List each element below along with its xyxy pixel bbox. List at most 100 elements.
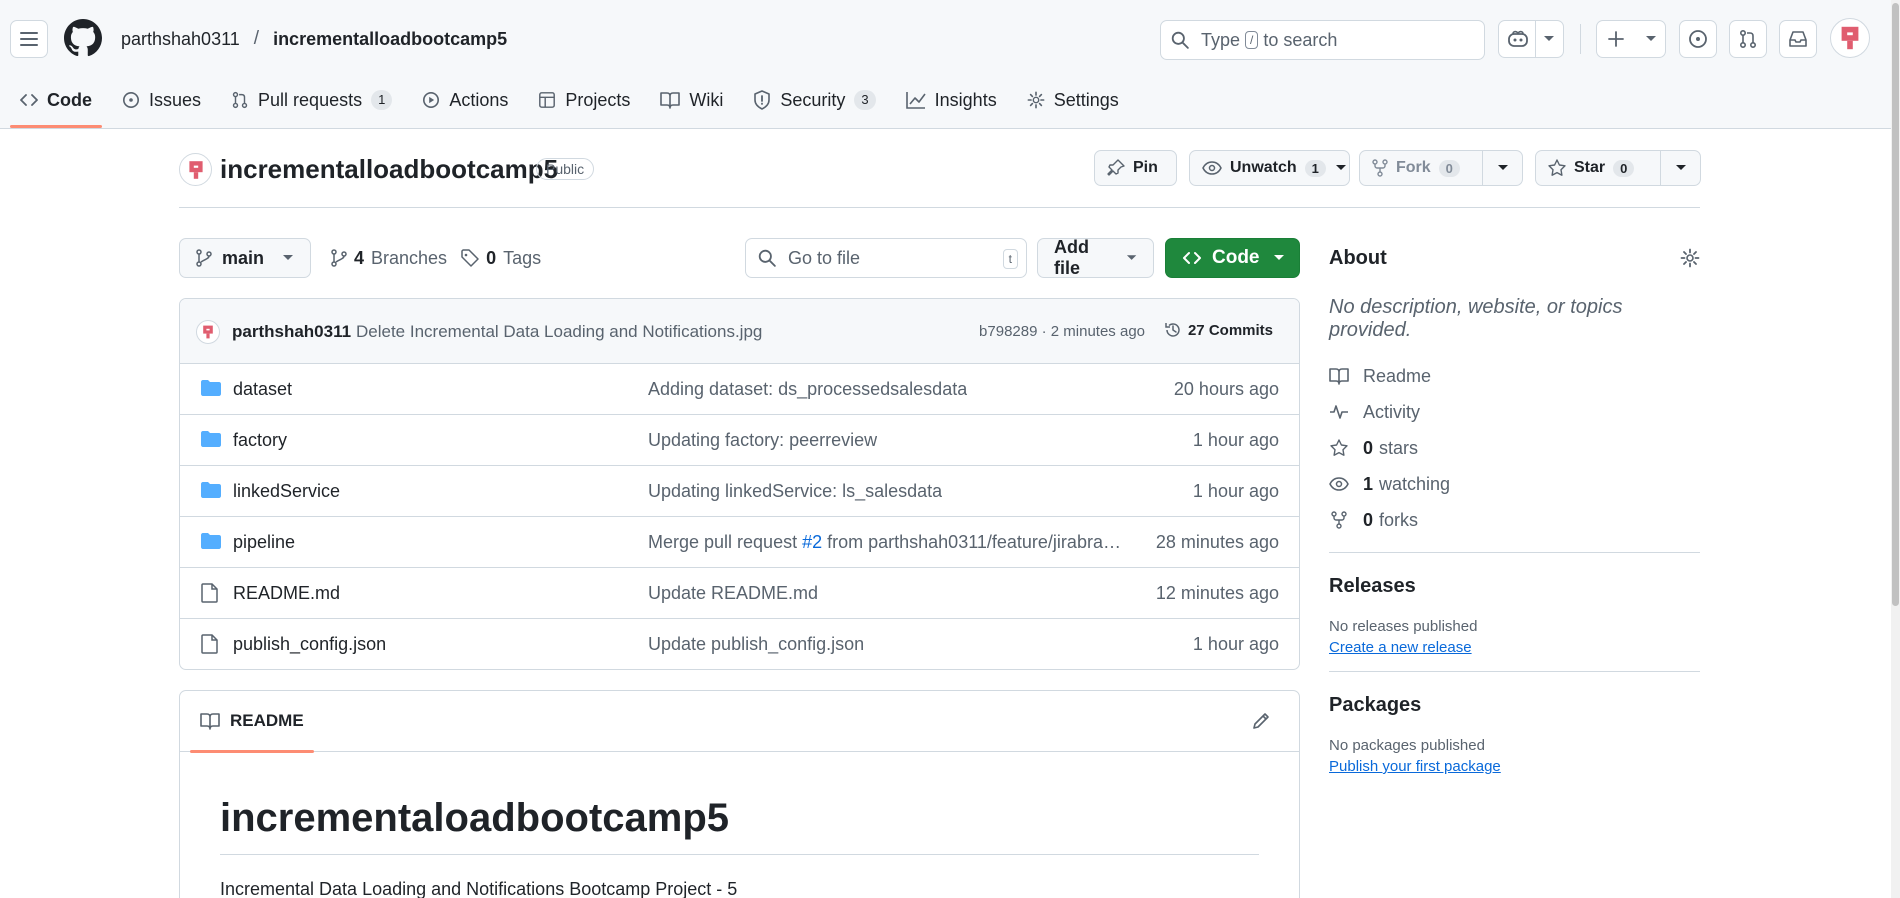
add-file-button[interactable]: Add file <box>1037 237 1154 278</box>
unwatch-dropdown[interactable] <box>1334 151 1349 185</box>
code-icon <box>1183 252 1201 264</box>
history-icon <box>1165 323 1180 337</box>
tab-projects[interactable]: Projects <box>526 84 642 116</box>
book-icon <box>1329 368 1349 385</box>
file-commit-message[interactable]: Adding dataset: ds_processedsalesdata <box>648 379 967 400</box>
packages-title[interactable]: Packages <box>1329 694 1700 717</box>
activity-link-label: Activity <box>1363 401 1421 422</box>
issues-button[interactable] <box>1679 20 1717 58</box>
readme-link[interactable]: Readme <box>1329 358 1700 394</box>
avatar[interactable] <box>196 320 220 344</box>
inbox-button[interactable] <box>1779 20 1817 58</box>
file-commit-message[interactable]: Update publish_config.json <box>648 634 864 655</box>
gear-icon[interactable] <box>1680 248 1700 268</box>
go-to-file-input[interactable]: Go to file t <box>745 238 1027 278</box>
avatar[interactable] <box>1830 18 1870 58</box>
eye-icon <box>1329 477 1349 491</box>
file-commit-message[interactable]: Merge pull request #2 from parthshah0311… <box>648 532 1130 553</box>
header-divider <box>1580 24 1581 54</box>
breadcrumb-repo[interactable]: incrementalloadbootcamp5 <box>273 29 507 50</box>
table-row: dataset Adding dataset: ds_processedsale… <box>180 364 1299 415</box>
breadcrumb-owner[interactable]: parthshah0311 <box>121 29 240 50</box>
star-dropdown[interactable] <box>1660 151 1700 185</box>
repo-title[interactable]: incrementalloadbootcamp5 <box>220 154 558 185</box>
file-icon <box>201 634 218 654</box>
commit-hash-time[interactable]: b798289 · 2 minutes ago <box>979 323 1145 340</box>
branch-select-button[interactable]: main <box>179 238 311 278</box>
menu-button[interactable] <box>10 20 48 58</box>
readme-tab-label: README <box>230 711 304 730</box>
file-commit-message[interactable]: Updating factory: peerreview <box>648 430 877 451</box>
avatar[interactable] <box>179 153 212 186</box>
repo-nav-tabs: Code Issues Pull requests 1 Actions Proj… <box>0 84 1137 129</box>
forks-link[interactable]: 0 forks <box>1329 502 1700 538</box>
repo-forked-icon <box>1372 159 1388 177</box>
file-name[interactable]: dataset <box>233 379 292 400</box>
chevron-down-icon <box>1675 165 1686 170</box>
search-icon <box>758 249 776 267</box>
commits-link[interactable]: 27 Commits <box>1164 321 1273 339</box>
tags-label: Tags <box>503 247 542 268</box>
tab-settings[interactable]: Settings <box>1015 84 1131 116</box>
page-scrollbar-thumb[interactable] <box>1892 3 1899 606</box>
tab-wiki[interactable]: Wiki <box>648 84 735 116</box>
pin-button[interactable]: Pin <box>1094 150 1177 186</box>
create-new-button[interactable] <box>1596 20 1666 58</box>
commit-message[interactable]: Delete Incremental Data Loading and Noti… <box>356 322 762 342</box>
commit-author[interactable]: parthshah0311 <box>232 322 351 342</box>
tab-label: Settings <box>1053 89 1119 110</box>
stars-link[interactable]: 0 stars <box>1329 430 1700 466</box>
file-name[interactable]: README.md <box>233 583 340 604</box>
unwatch-button[interactable]: Unwatch 1 <box>1189 150 1350 186</box>
activity-link[interactable]: Activity <box>1329 394 1700 430</box>
file-table: parthshah0311 Delete Incremental Data Lo… <box>179 298 1300 670</box>
pull-request-link[interactable]: #2 <box>802 532 822 552</box>
publish-package-link[interactable]: Publish your first package <box>1329 758 1501 775</box>
branches-link[interactable]: 4 Branches <box>331 248 447 269</box>
go-to-file-shortcut: t <box>1002 249 1018 269</box>
chevron-down-icon <box>1497 165 1508 170</box>
tab-code[interactable]: Code <box>8 84 104 128</box>
search-icon <box>1171 31 1189 49</box>
github-logo-icon[interactable] <box>64 19 102 57</box>
tab-readme[interactable]: README <box>190 711 314 753</box>
fork-button[interactable]: Fork 0 <box>1359 150 1523 186</box>
file-commit-message[interactable]: Updating linkedService: ls_salesdata <box>648 481 942 502</box>
file-name[interactable]: publish_config.json <box>233 634 386 655</box>
readme-link-label: Readme <box>1363 365 1432 386</box>
create-release-link[interactable]: Create a new release <box>1329 639 1472 656</box>
watching-link[interactable]: 1 watching <box>1329 466 1700 502</box>
branches-label: Branches <box>371 247 448 268</box>
commits-count: 27 Commits <box>1187 321 1273 339</box>
fork-dropdown[interactable] <box>1482 151 1522 185</box>
releases-title[interactable]: Releases <box>1329 575 1700 598</box>
issue-opened-icon <box>1689 30 1707 48</box>
git-pull-request-icon <box>232 91 248 109</box>
file-commit-message[interactable]: Update README.md <box>648 583 818 604</box>
code-button[interactable]: Code <box>1165 238 1300 278</box>
identicon-icon <box>188 160 203 179</box>
pencil-icon[interactable] <box>1251 711 1271 731</box>
file-name[interactable]: linkedService <box>233 481 340 502</box>
star-icon <box>1548 159 1566 176</box>
file-age: 12 minutes ago <box>1155 583 1279 603</box>
tab-security[interactable]: Security 3 <box>741 84 887 116</box>
tab-label: Actions <box>449 89 509 110</box>
search-input[interactable]: Type / to search <box>1160 20 1485 60</box>
chevron-down-icon <box>1646 36 1656 41</box>
copilot-button[interactable] <box>1498 20 1564 58</box>
tab-actions[interactable]: Actions <box>410 84 520 116</box>
file-name[interactable]: factory <box>233 430 287 451</box>
tab-label: Code <box>47 89 92 110</box>
forks-count: 0 <box>1363 509 1374 530</box>
tab-issues[interactable]: Issues <box>110 84 213 116</box>
tab-insights[interactable]: Insights <box>894 84 1009 116</box>
book-icon <box>200 713 220 730</box>
star-button[interactable]: Star 0 <box>1535 150 1701 186</box>
file-name[interactable]: pipeline <box>233 532 295 553</box>
pull-requests-button[interactable] <box>1729 20 1767 58</box>
tab-pull-requests[interactable]: Pull requests 1 <box>219 84 404 116</box>
table-row: pipeline Merge pull request #2 from part… <box>180 517 1299 568</box>
tags-link[interactable]: 0 Tags <box>461 248 541 269</box>
gear-icon <box>1027 91 1045 109</box>
